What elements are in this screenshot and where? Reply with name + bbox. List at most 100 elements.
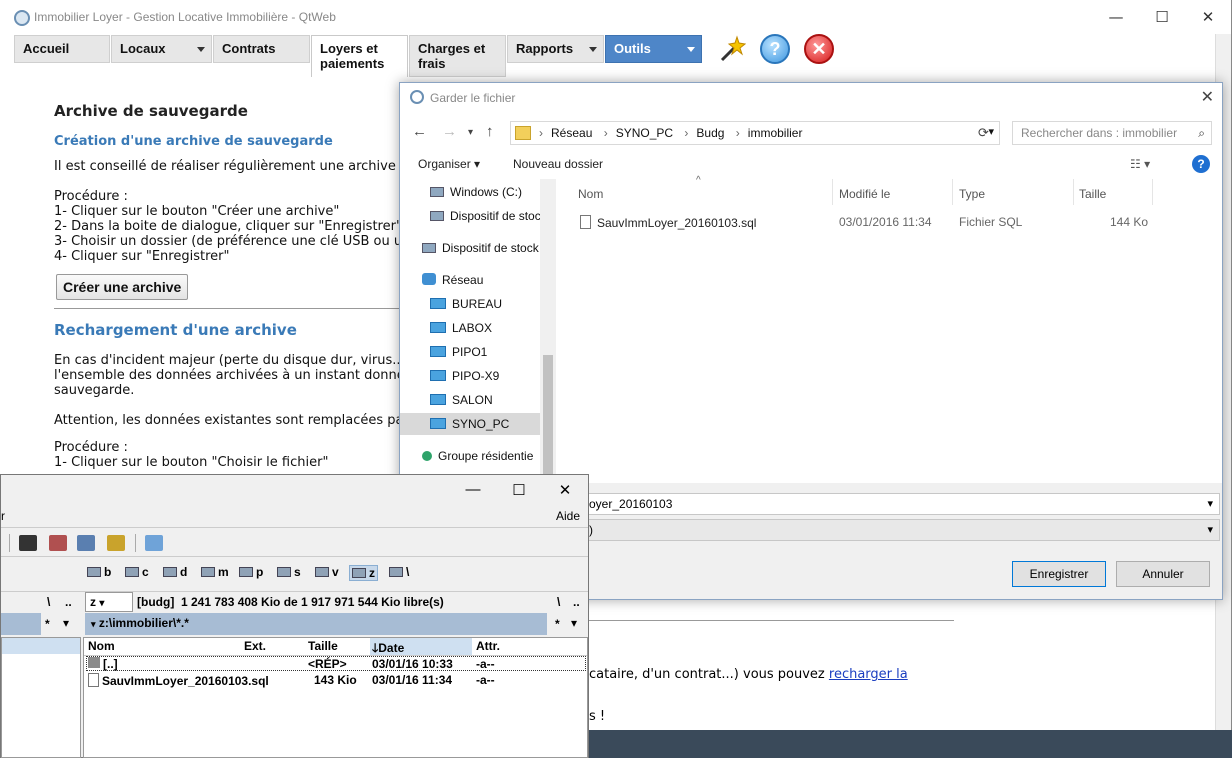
- column-header-name[interactable]: Nom: [578, 187, 603, 201]
- close-button[interactable]: ✕: [1185, 6, 1231, 28]
- maximize-button[interactable]: ☐: [496, 481, 542, 499]
- nav-item-labox[interactable]: LABOX: [430, 317, 492, 339]
- menu-locaux[interactable]: Locaux: [111, 35, 212, 63]
- column-header-attr[interactable]: Attr.: [476, 639, 500, 653]
- refresh-icon[interactable]: ⟳: [978, 125, 989, 141]
- parent-button[interactable]: ..: [65, 595, 72, 609]
- title-bar: Immobilier Loyer - Gestion Locative Immo…: [0, 0, 1231, 34]
- nav-scrollbar[interactable]: [540, 179, 556, 479]
- chevron-down-icon[interactable]: ▾: [1207, 523, 1213, 536]
- parent-button[interactable]: ..: [573, 595, 580, 609]
- left-file-pane[interactable]: [1, 637, 81, 758]
- menu-contrats[interactable]: Contrats: [213, 35, 310, 63]
- nav-item-windows[interactable]: Windows (C:): [430, 181, 522, 203]
- nav-item-pipo1[interactable]: PIPO1: [430, 341, 487, 363]
- nav-item-storage-2[interactable]: Dispositif de stock: [422, 237, 539, 259]
- drive-button-s[interactable]: s: [277, 565, 301, 579]
- column-header-size[interactable]: Taille: [1079, 187, 1106, 201]
- nav-item-storage-1[interactable]: Dispositif de stoc: [430, 205, 541, 227]
- root-button[interactable]: \: [557, 595, 560, 609]
- column-header-name[interactable]: Nom: [88, 639, 115, 653]
- drive-button-c[interactable]: c: [125, 565, 149, 579]
- notepad-icon[interactable]: [145, 535, 163, 551]
- magic-wand-icon[interactable]: [715, 33, 747, 65]
- maximize-button[interactable]: ☐: [1139, 6, 1185, 28]
- file-list[interactable]: Nom Ext. Taille 🡓Date Attr. [..] <RÉP> 0…: [83, 637, 588, 758]
- nav-item-network[interactable]: Réseau: [422, 269, 483, 291]
- menu-outils[interactable]: Outils: [605, 35, 702, 63]
- help-icon[interactable]: ?: [1192, 155, 1210, 173]
- archive-icon[interactable]: [107, 535, 125, 551]
- compare-icon[interactable]: [49, 535, 67, 551]
- column-header-type[interactable]: Type: [959, 187, 985, 201]
- column-header-ext[interactable]: Ext.: [244, 639, 266, 653]
- menu-accueil[interactable]: Accueil: [14, 35, 110, 63]
- forward-arrow-icon[interactable]: →: [442, 123, 457, 140]
- menu-charges[interactable]: Charges et frais: [409, 35, 506, 77]
- column-header-size[interactable]: Taille: [308, 639, 338, 653]
- file-icon: [580, 215, 591, 229]
- breadcrumb-item[interactable]: Réseau: [551, 126, 592, 140]
- filter-dropdown-icon[interactable]: ▾: [571, 616, 577, 630]
- filetype-select[interactable]: ) ▾: [588, 519, 1220, 541]
- minimize-button[interactable]: —: [1093, 6, 1139, 28]
- breadcrumb-item[interactable]: SYNO_PC: [616, 126, 673, 140]
- drive-button-d[interactable]: d: [163, 565, 187, 579]
- create-archive-button[interactable]: Créer une archive: [56, 274, 189, 300]
- nav-item-pipo-x9[interactable]: PIPO-X9: [430, 365, 499, 387]
- menu-help[interactable]: Aide: [556, 509, 580, 523]
- computer-icon: [430, 394, 446, 405]
- drive-button-b[interactable]: b: [87, 565, 111, 579]
- drive-button-m[interactable]: m: [201, 565, 229, 579]
- filter-star[interactable]: *: [45, 617, 50, 631]
- quit-icon[interactable]: ✕: [803, 33, 835, 65]
- breadcrumb-item[interactable]: Budg: [696, 126, 724, 140]
- path-bar[interactable]: ▾ z:\immobilier\*.*: [85, 613, 547, 635]
- column-header-modified[interactable]: Modifié le: [839, 187, 890, 201]
- binoculars-icon[interactable]: [19, 535, 37, 551]
- dialog-close-icon[interactable]: ✕: [1201, 87, 1214, 107]
- cancel-button[interactable]: Annuler: [1116, 561, 1210, 587]
- address-bar[interactable]: › Réseau › SYNO_PC › Budg › immobilier ▾: [510, 121, 1000, 145]
- up-arrow-icon[interactable]: ↑: [486, 123, 494, 140]
- drive-button-root[interactable]: \: [389, 565, 409, 579]
- breadcrumb-item[interactable]: immobilier: [748, 126, 803, 140]
- help-icon[interactable]: ?: [759, 33, 791, 65]
- root-button[interactable]: \: [47, 595, 50, 609]
- reload-link[interactable]: recharger la: [829, 667, 908, 682]
- dialog-title: Garder le fichier: [430, 91, 516, 105]
- chevron-down-icon[interactable]: ▾: [988, 125, 994, 138]
- recent-chevron-icon[interactable]: ▾: [468, 127, 473, 138]
- filename-input[interactable]: oyer_20160103 ▾: [588, 493, 1220, 515]
- search-input[interactable]: Rechercher dans : immobilier ⌕: [1012, 121, 1212, 145]
- back-arrow-icon[interactable]: ←: [412, 123, 427, 140]
- close-button[interactable]: ✕: [542, 481, 588, 499]
- organize-button[interactable]: Organiser ▾: [418, 157, 480, 171]
- menu-loyers[interactable]: Loyers et paiements: [311, 35, 408, 77]
- chevron-down-icon[interactable]: ▾: [1207, 497, 1213, 510]
- filter-star[interactable]: *: [555, 617, 560, 631]
- nav-item-homegroup[interactable]: Groupe résidentie: [422, 445, 533, 467]
- drive-letter: d: [180, 565, 188, 579]
- file-manager-window: — ☐ ✕ r Aide b c d m p s v z \ \ .. z ▾ …: [0, 474, 589, 758]
- drive-button-p[interactable]: p: [239, 565, 263, 579]
- view-options-icon[interactable]: ☷ ▾: [1130, 157, 1150, 171]
- sync-icon[interactable]: [77, 535, 95, 551]
- save-button[interactable]: Enregistrer: [1012, 561, 1106, 587]
- nav-item-syno-pc[interactable]: SYNO_PC: [400, 413, 540, 435]
- scroll-thumb[interactable]: [543, 355, 553, 475]
- new-folder-button[interactable]: Nouveau dossier: [513, 157, 603, 171]
- drive-button-v[interactable]: v: [315, 565, 339, 579]
- minimize-button[interactable]: —: [450, 481, 496, 499]
- nav-item-salon[interactable]: SALON: [430, 389, 493, 411]
- menu-rapports[interactable]: Rapports: [507, 35, 604, 63]
- menu-item[interactable]: r: [1, 509, 5, 523]
- drive-button-z[interactable]: z: [349, 565, 378, 581]
- nav-item-label: Windows (C:): [450, 185, 523, 199]
- drive-select[interactable]: z ▾: [85, 592, 133, 612]
- filter-dropdown-icon[interactable]: ▾: [63, 616, 69, 630]
- drive-icon: [201, 567, 215, 577]
- nav-item-bureau[interactable]: BUREAU: [430, 293, 502, 315]
- drive-icon: [315, 567, 329, 577]
- nav-item-label: PIPO-X9: [452, 369, 500, 383]
